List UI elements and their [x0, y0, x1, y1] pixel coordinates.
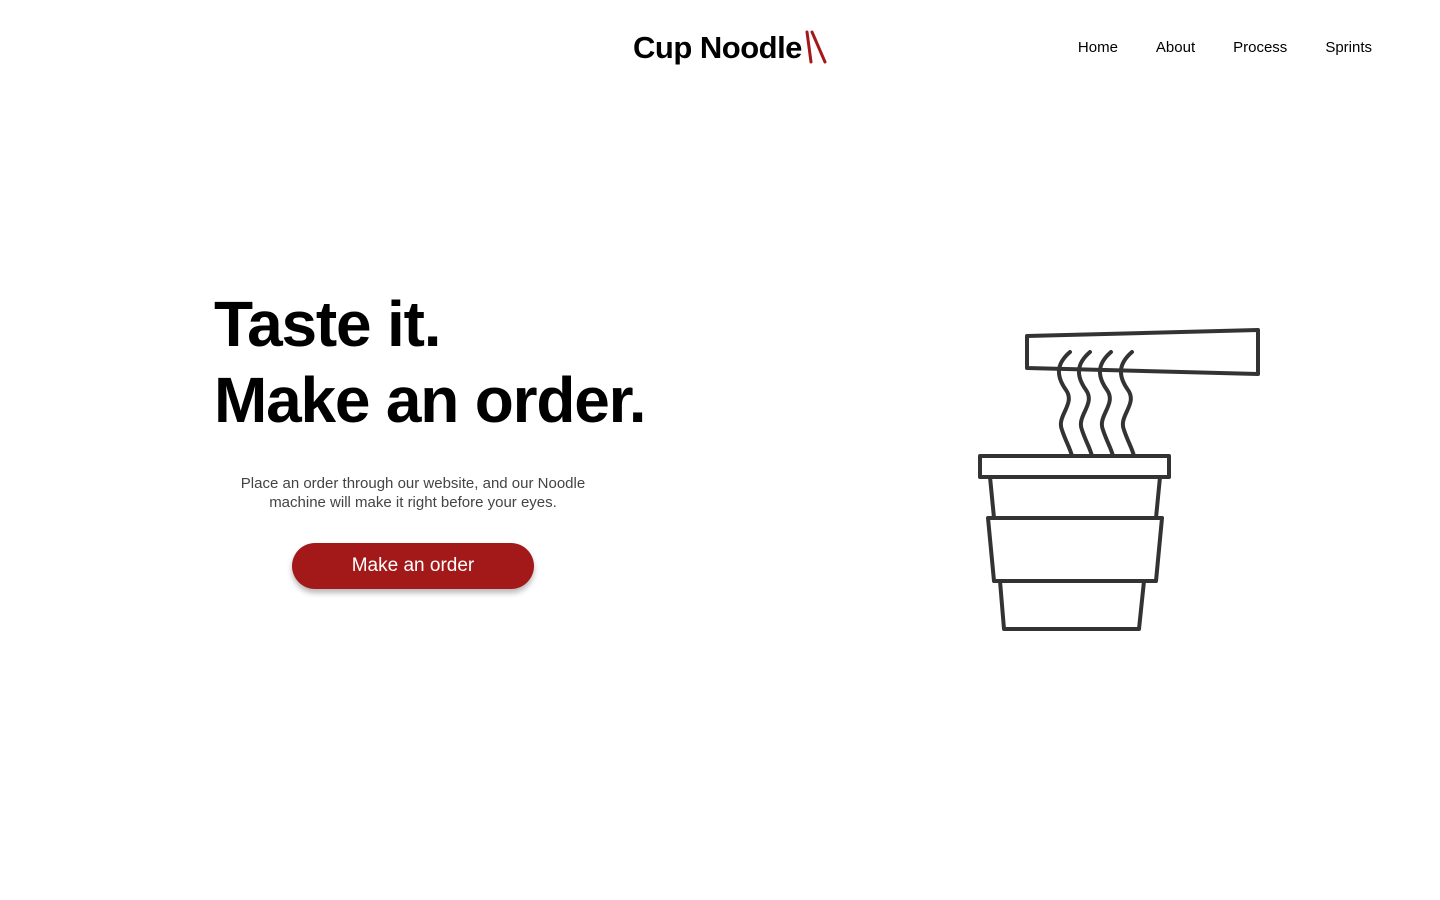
logo-text: Cup Noodle: [633, 30, 802, 65]
hero-subtitle-line-2: machine will make it right before your e…: [269, 494, 557, 511]
nav-item-about[interactable]: About: [1156, 38, 1195, 58]
nav-item-process[interactable]: Process: [1233, 38, 1287, 58]
hero-title-line-1: Taste it.: [214, 288, 441, 360]
hero-title-line-2: Make an order.: [214, 364, 647, 436]
noodle-cup-icon: [978, 328, 1260, 631]
landing-page: Cup Noodle Home About Process Sprints Ta…: [0, 0, 1440, 900]
main-nav: Home About Process Sprints: [1078, 38, 1372, 58]
nav-item-sprints[interactable]: Sprints: [1325, 38, 1372, 58]
hero-subtitle-line-1: Place an order through our website, and …: [240, 475, 586, 492]
hero-subtitle: Place an order through our website, and …: [213, 474, 613, 512]
logo-link[interactable]: Cup Noodle: [633, 28, 828, 68]
make-order-button[interactable]: Make an order: [292, 543, 534, 589]
chopsticks-icon: [805, 30, 827, 64]
nav-item-home[interactable]: Home: [1078, 38, 1118, 58]
hero-title: Taste it. Make an order.: [214, 286, 647, 438]
